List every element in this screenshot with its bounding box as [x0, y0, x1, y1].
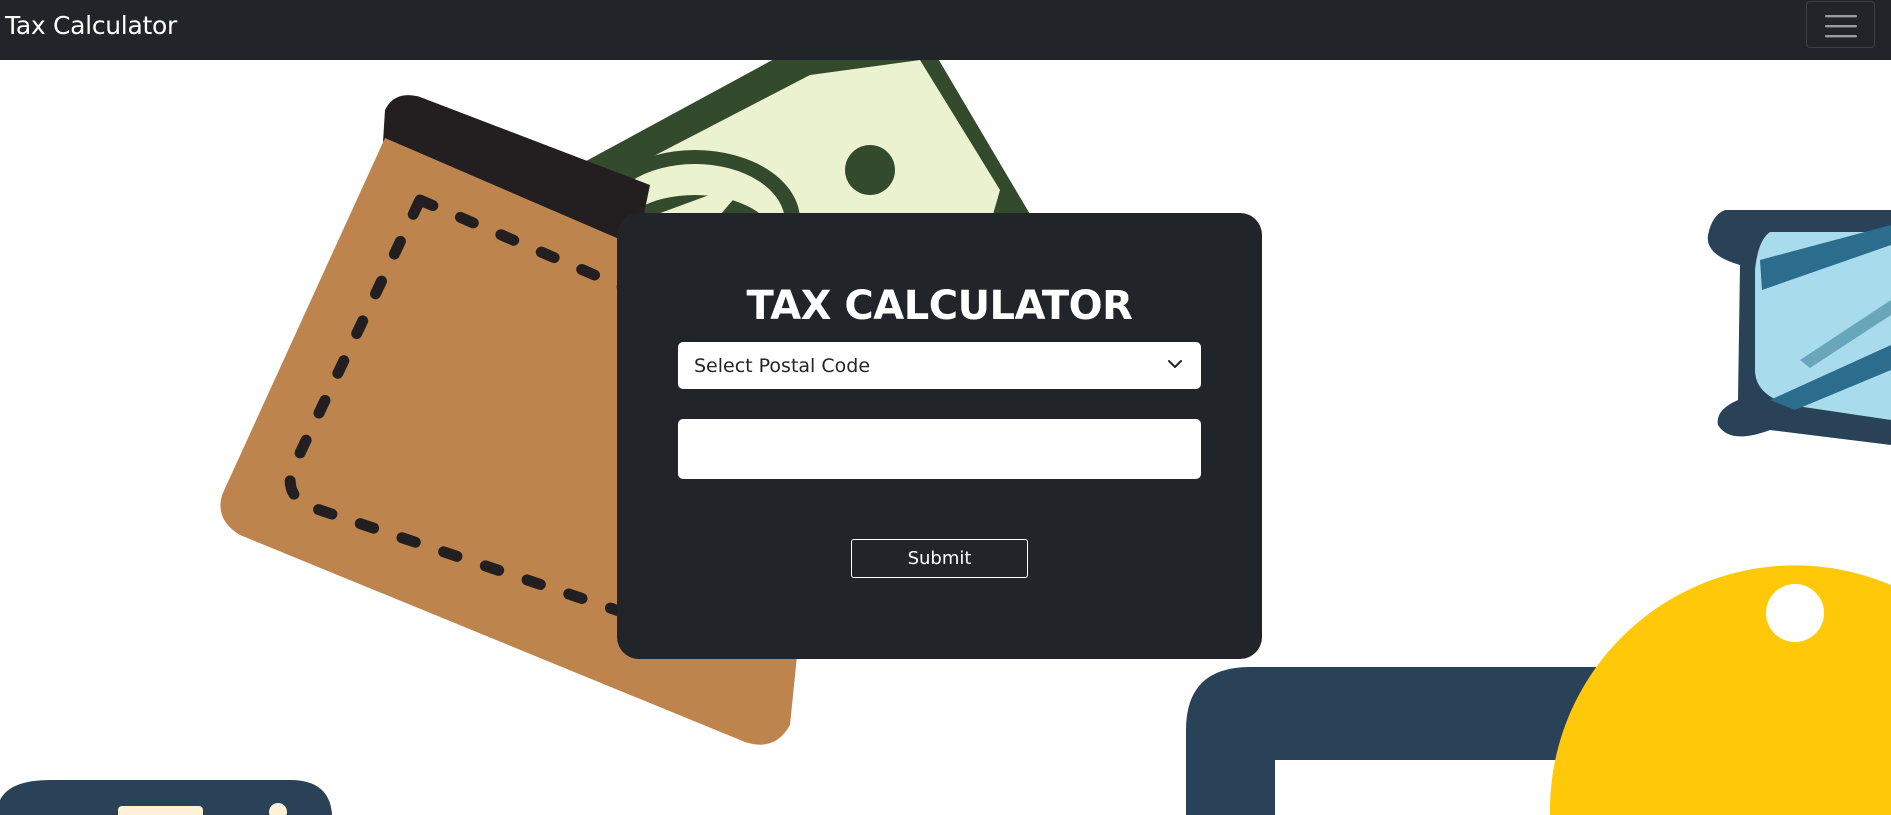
form-title: TAX CALCULATOR	[746, 283, 1133, 329]
top-navbar: Tax Calculator	[0, 0, 1891, 60]
navbar-brand[interactable]: Tax Calculator	[5, 10, 177, 42]
chevron-down-icon	[1168, 360, 1182, 368]
card-illustration	[0, 780, 332, 815]
hamburger-menu-icon	[1825, 15, 1857, 38]
navbar-toggler-button[interactable]	[1806, 1, 1875, 48]
postal-code-select[interactable]: Select Postal Code	[678, 342, 1201, 389]
tax-calculator-card: TAX CALCULATOR Select Postal Code Submit	[617, 213, 1262, 659]
postal-code-select-value: Select Postal Code	[694, 355, 871, 377]
glasses-illustration	[1707, 210, 1891, 445]
submit-button[interactable]: Submit	[851, 539, 1028, 578]
amount-input[interactable]	[678, 419, 1201, 479]
coin-illustration	[1549, 565, 1891, 815]
